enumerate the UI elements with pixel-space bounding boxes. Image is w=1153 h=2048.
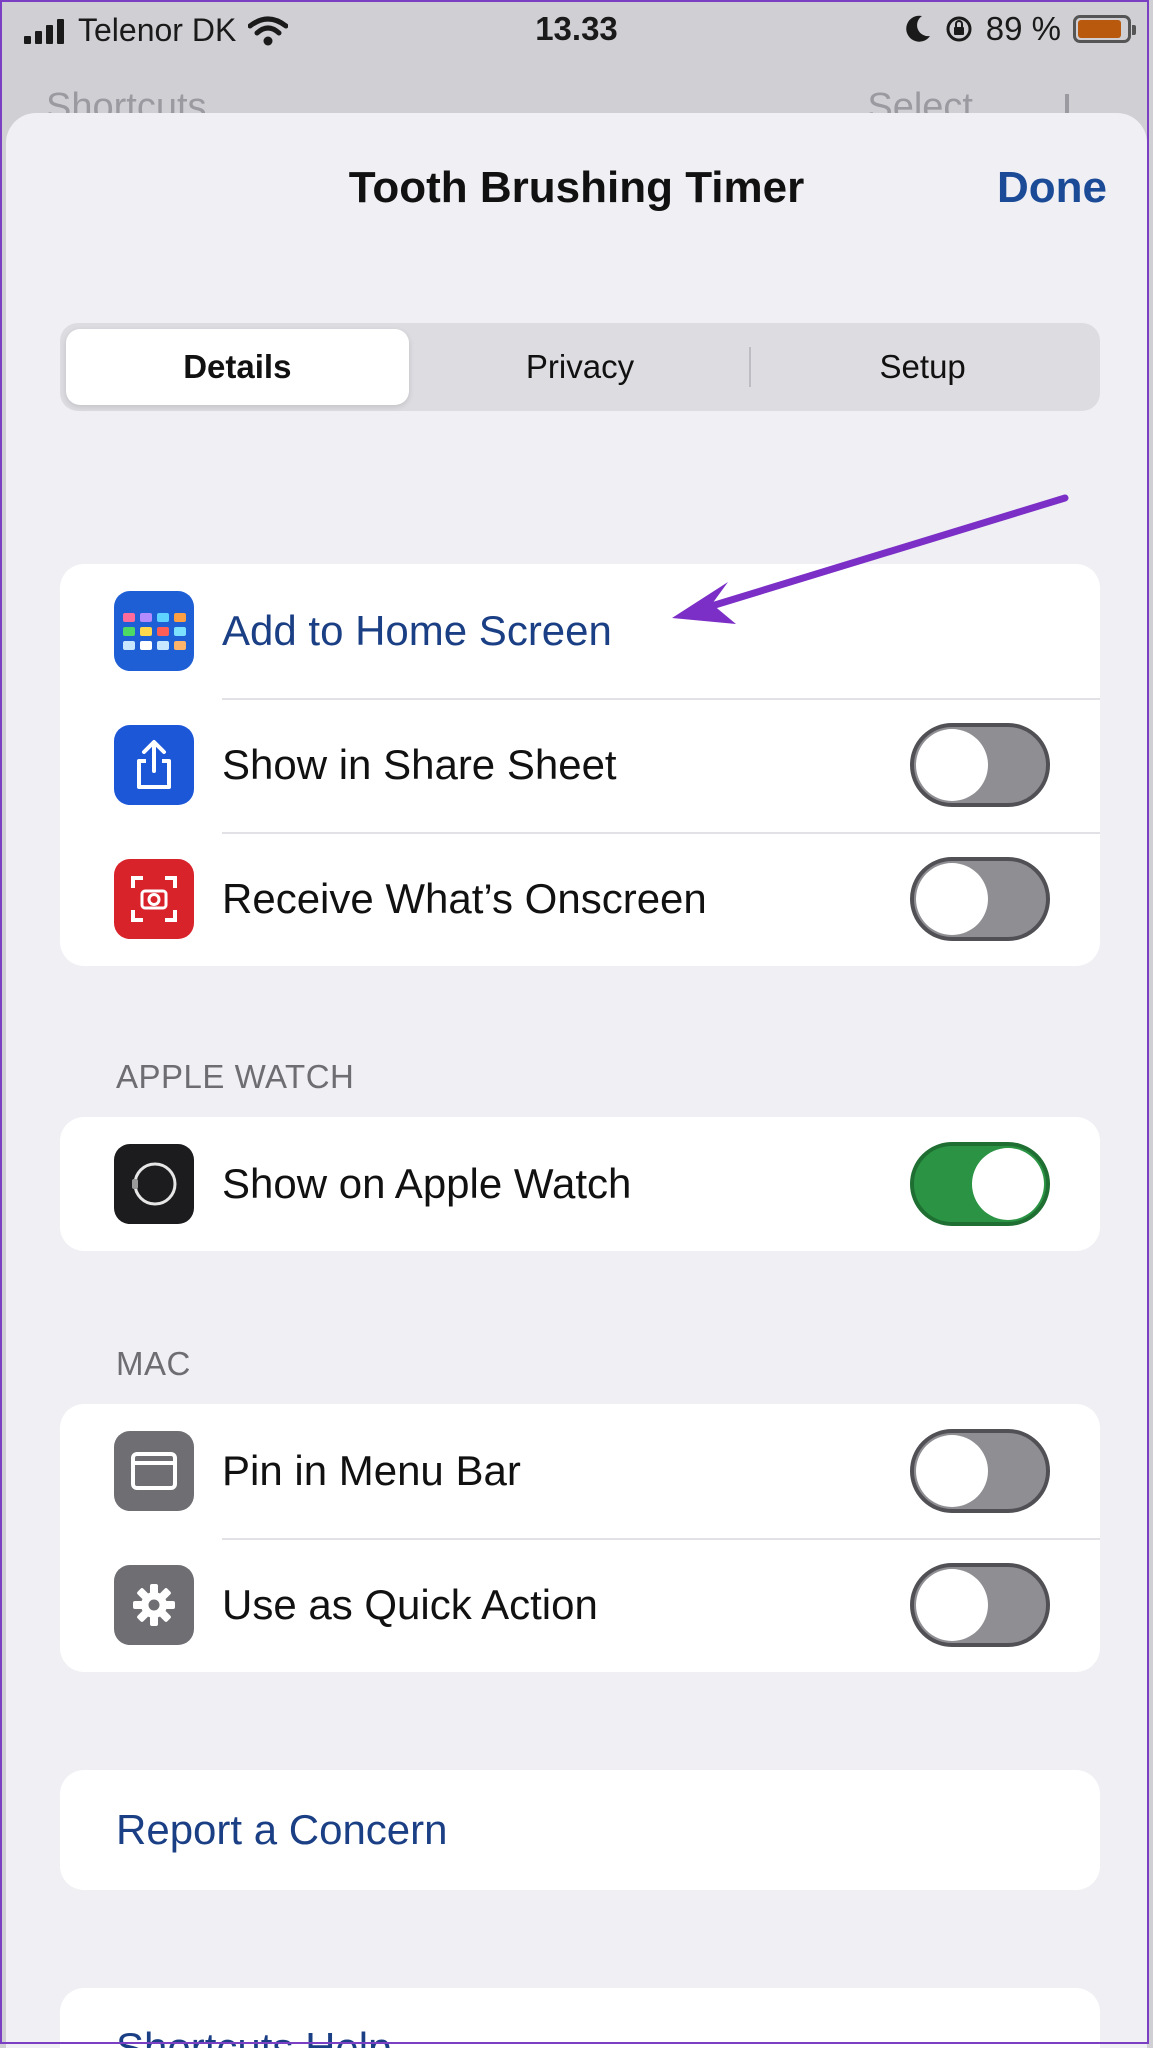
report-concern-row[interactable]: Report a Concern <box>60 1770 1100 1890</box>
segmented-control: Details Privacy Setup <box>60 323 1100 411</box>
details-sheet: Tooth Brushing Timer Done Details Privac… <box>6 113 1147 2048</box>
report-concern-label: Report a Concern <box>116 1806 448 1853</box>
pin-in-menu-bar-row: Pin in Menu Bar <box>60 1404 1100 1538</box>
apple-watch-icon <box>114 1144 194 1224</box>
tab-privacy[interactable]: Privacy <box>409 329 752 405</box>
receive-onscreen-toggle[interactable] <box>910 857 1050 941</box>
tab-details[interactable]: Details <box>66 329 409 405</box>
shortcuts-help-row[interactable]: Shortcuts Help <box>60 1988 1100 2048</box>
rotation-lock-icon <box>946 16 972 42</box>
gear-icon <box>114 1565 194 1645</box>
main-settings-group: Add to Home Screen Show in Share Sheet R… <box>60 564 1100 966</box>
receive-onscreen-row: Receive What’s Onscreen <box>60 832 1100 966</box>
add-to-home-screen-row[interactable]: Add to Home Screen <box>60 564 1100 698</box>
battery-icon <box>1073 15 1136 43</box>
battery-percent: 89 % <box>985 10 1061 47</box>
share-icon <box>114 725 194 805</box>
quick-action-toggle[interactable] <box>910 1563 1050 1647</box>
show-on-apple-watch-label: Show on Apple Watch <box>222 1160 632 1207</box>
show-in-share-sheet-label: Show in Share Sheet <box>222 741 617 788</box>
moon-icon <box>906 15 930 42</box>
show-in-share-sheet-row: Show in Share Sheet <box>60 698 1100 832</box>
screenshot-camera-icon <box>114 859 194 939</box>
show-on-apple-watch-row: Show on Apple Watch <box>60 1117 1100 1251</box>
pin-in-menu-bar-toggle[interactable] <box>910 1429 1050 1513</box>
done-button[interactable]: Done <box>997 163 1107 213</box>
apple-watch-group: Show on Apple Watch <box>60 1117 1100 1251</box>
apple-watch-toggle[interactable] <box>910 1142 1050 1226</box>
apple-watch-section-header: APPLE WATCH <box>116 1058 355 1095</box>
report-group: Report a Concern <box>60 1770 1100 1890</box>
menu-bar-window-icon <box>114 1431 194 1511</box>
share-sheet-toggle[interactable] <box>910 723 1050 807</box>
status-bar: Telenor DK 13.33 89 % <box>0 0 1153 62</box>
mac-group: Pin in Menu Bar Use as Quick Action <box>60 1404 1100 1672</box>
help-group: Shortcuts Help <box>60 1988 1100 2048</box>
receive-onscreen-label: Receive What’s Onscreen <box>222 875 707 922</box>
shortcuts-help-label: Shortcuts Help <box>116 2024 392 2048</box>
pin-in-menu-bar-label: Pin in Menu Bar <box>222 1447 521 1494</box>
add-to-home-screen-label: Add to Home Screen <box>222 607 612 654</box>
mac-section-header: MAC <box>116 1345 191 1382</box>
quick-action-row: Use as Quick Action <box>60 1538 1100 1672</box>
tab-setup[interactable]: Setup <box>749 329 1094 405</box>
home-screen-icon <box>114 591 194 671</box>
sheet-title: Tooth Brushing Timer <box>348 163 805 212</box>
quick-action-label: Use as Quick Action <box>222 1581 598 1628</box>
